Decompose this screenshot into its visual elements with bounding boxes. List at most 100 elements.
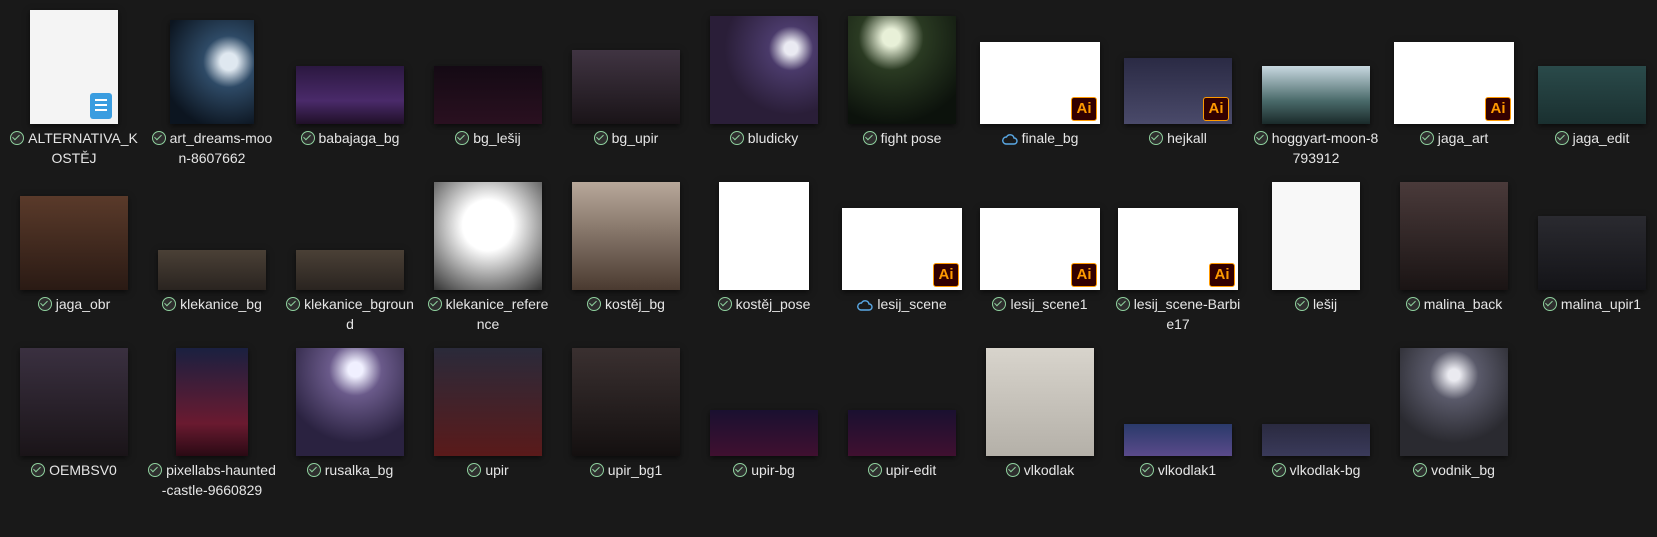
sync-check-icon: [467, 463, 482, 477]
file-name-label: vlkodlak1: [1114, 460, 1242, 480]
file-item[interactable]: kostěj_bg: [560, 170, 692, 335]
thumbnail-area: [1388, 170, 1520, 290]
file-item[interactable]: bg_upir: [560, 4, 692, 169]
file-item[interactable]: lešij: [1250, 170, 1382, 335]
file-item[interactable]: babajaga_bg: [284, 4, 416, 169]
cloud-icon: [1001, 130, 1018, 145]
sync-check-icon: [717, 297, 732, 311]
file-thumbnail: [1262, 66, 1370, 124]
file-thumbnail: Ai: [980, 208, 1100, 290]
file-name: hejkall: [1167, 130, 1207, 146]
file-item[interactable]: Ai hejkall: [1112, 4, 1244, 169]
file-item[interactable]: hoggyart-moon-8793912: [1250, 4, 1382, 169]
file-name-label: jaga_obr: [10, 294, 138, 314]
file-item[interactable]: vodnik_bg: [1388, 336, 1520, 501]
file-item[interactable]: Ai jaga_art: [1388, 4, 1520, 169]
sync-check-icon: [1419, 131, 1434, 145]
file-item[interactable]: upir-bg: [698, 336, 830, 501]
file-thumbnail: [572, 182, 680, 290]
file-name-label: vodnik_bg: [1390, 460, 1518, 480]
file-thumbnail: Ai: [842, 208, 962, 290]
file-item[interactable]: upir_bg1: [560, 336, 692, 501]
thumbnail-area: [284, 4, 416, 124]
file-item[interactable]: bludicky: [698, 4, 830, 169]
sync-check-icon: [1542, 297, 1557, 311]
file-thumbnail: [176, 348, 248, 456]
file-thumbnail: [434, 182, 542, 290]
file-name-label: art_dreams-moon-8607662: [148, 128, 276, 168]
thumbnail-area: [836, 336, 968, 456]
file-thumbnail: [1124, 424, 1232, 456]
file-thumbnail: [20, 348, 128, 456]
file-name-label: klekanice_bg: [148, 294, 276, 314]
file-item[interactable]: rusalka_bg: [284, 336, 416, 501]
file-name-label: upir-bg: [700, 460, 828, 480]
file-item[interactable]: malina_upir1: [1526, 170, 1657, 335]
file-name: klekanice_bground: [304, 296, 414, 332]
file-name-label: kostěj_pose: [700, 294, 828, 314]
thumbnail-area: [1250, 4, 1382, 124]
file-name-label: bg_lešij: [424, 128, 552, 148]
file-name-label: upir-edit: [838, 460, 966, 480]
file-item[interactable]: vlkodlak1: [1112, 336, 1244, 501]
file-thumbnail: [170, 20, 254, 124]
file-item[interactable]: klekanice_reference: [422, 170, 554, 335]
thumbnail-area: [284, 170, 416, 290]
thumbnail-area: [422, 336, 554, 456]
file-item[interactable]: fight pose: [836, 4, 968, 169]
sync-check-icon: [1271, 463, 1286, 477]
file-item[interactable]: klekanice_bground: [284, 170, 416, 335]
file-item[interactable]: klekanice_bg: [146, 170, 278, 335]
file-thumbnail: [434, 348, 542, 456]
file-item[interactable]: pixellabs-haunted-castle-9660829: [146, 336, 278, 501]
file-item[interactable]: bg_lešij: [422, 4, 554, 169]
file-item[interactable]: Ai lesij_scene-Barbie17: [1112, 170, 1244, 335]
file-name: malina_upir1: [1560, 296, 1642, 312]
sync-check-icon: [587, 297, 602, 311]
file-item[interactable]: kostěj_pose: [698, 170, 830, 335]
file-name-label: pixellabs-haunted-castle-9660829: [148, 460, 276, 500]
file-name-label: jaga_edit: [1528, 128, 1656, 148]
file-name: babajaga_bg: [318, 130, 400, 146]
file-item[interactable]: upir-edit: [836, 336, 968, 501]
file-item[interactable]: OEMBSV0: [8, 336, 140, 501]
sync-check-icon: [733, 463, 748, 477]
thumbnail-area: Ai: [836, 170, 968, 290]
file-name-label: klekanice_bground: [286, 294, 414, 334]
thumbnail-area: [146, 336, 278, 456]
file-name: vlkodlak1: [1157, 462, 1217, 478]
sync-check-icon: [992, 297, 1007, 311]
file-name-label: hejkall: [1114, 128, 1242, 148]
file-item[interactable]: Ai lesij_scene: [836, 170, 968, 335]
file-thumbnail: [1538, 216, 1646, 290]
file-name: jaga_obr: [55, 296, 111, 312]
file-name-label: hoggyart-moon-8793912: [1252, 128, 1380, 168]
file-thumbnail: [719, 182, 809, 290]
file-thumbnail: Ai: [1124, 58, 1232, 124]
thumbnail-area: [422, 4, 554, 124]
file-name: bludicky: [747, 130, 799, 146]
file-thumbnail: [710, 410, 818, 456]
file-item[interactable]: ALTERNATIVA_KOSTĚJ: [8, 4, 140, 169]
file-name-label: bludicky: [700, 128, 828, 148]
file-item[interactable]: Ai finale_bg: [974, 4, 1106, 169]
file-item[interactable]: vlkodlak: [974, 336, 1106, 501]
file-name: pixellabs-haunted-castle-9660829: [161, 462, 276, 498]
thumbnail-area: Ai: [1112, 4, 1244, 124]
file-name: art_dreams-moon-8607662: [169, 130, 273, 166]
thumbnail-area: [1526, 4, 1657, 124]
file-item[interactable]: vlkodlak-bg: [1250, 336, 1382, 501]
file-item[interactable]: malina_back: [1388, 170, 1520, 335]
file-item[interactable]: art_dreams-moon-8607662: [146, 4, 278, 169]
file-name-label: vlkodlak: [976, 460, 1104, 480]
file-item[interactable]: Ai lesij_scene1: [974, 170, 1106, 335]
thumbnail-area: [698, 170, 830, 290]
thumbnail-area: [836, 4, 968, 124]
file-name-label: babajaga_bg: [286, 128, 414, 148]
file-item[interactable]: jaga_obr: [8, 170, 140, 335]
file-item[interactable]: upir: [422, 336, 554, 501]
file-thumbnail: [848, 410, 956, 456]
file-item[interactable]: jaga_edit: [1526, 4, 1657, 169]
file-name: malina_back: [1423, 296, 1503, 312]
sync-check-icon: [867, 463, 882, 477]
